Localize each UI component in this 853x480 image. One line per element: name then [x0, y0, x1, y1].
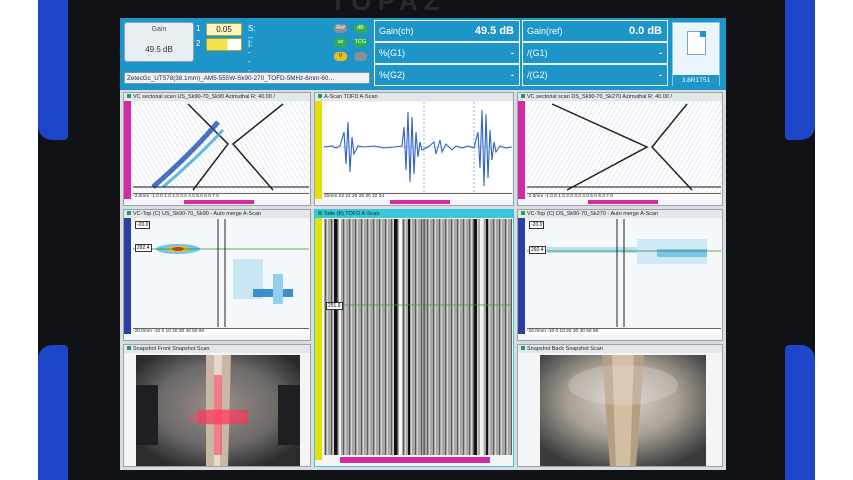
ascan-plot[interactable] — [324, 102, 512, 192]
cscan-ruler: -20.0mm -10 0 10 20 30 40 50 60 — [133, 328, 309, 335]
side-tofd-panel[interactable]: Side (B) TOFD A-Scan 291.9 — [314, 209, 514, 467]
scan-ruler-blue — [518, 218, 525, 334]
cursor-1-index: 1 — [196, 24, 201, 33]
ref-g1-label: /(G1) — [527, 48, 548, 58]
ref-g1-value: - — [659, 48, 662, 58]
g1-cell[interactable]: %(G1) - — [374, 42, 520, 64]
gain-ref-label: Gain(ref) — [527, 26, 563, 36]
panel-title: Snapshot Back Snapshot Scan — [527, 346, 603, 352]
status-dot-icon — [521, 211, 525, 215]
gain-button-title: Gain — [151, 26, 167, 33]
bumper-right-bottom — [785, 345, 815, 480]
cursor-2-index: 2 — [196, 39, 201, 48]
scan-start-label: -20.0 — [135, 221, 151, 229]
cursor-1-value[interactable]: 0.05 — [206, 23, 242, 36]
bumper-left-bottom — [38, 345, 68, 480]
top-status-bar: Gain 49.5 dB 1 0.05 S: --- 2 I: --- Zete… — [120, 18, 726, 90]
vc-sector-scan-right-panel[interactable]: VC sectorial scan DS_Sk90-70_Sk270 Azimu… — [517, 92, 723, 206]
depth-ruler-magenta — [518, 101, 525, 199]
cscan-plot[interactable] — [133, 219, 309, 327]
ref-g2-label: /(G2) — [527, 70, 548, 80]
bscan-plot[interactable] — [324, 219, 512, 455]
device-brand-logo: TOPAZ — [330, 0, 446, 16]
snapshot-front-panel[interactable]: Snapshot Front Snapshot Scan — [123, 344, 311, 467]
instrument-screen: Gain 49.5 dB 1 0.05 S: --- 2 I: --- Zete… — [120, 18, 726, 470]
amplitude-ruler-yellow — [315, 101, 322, 199]
gain-button-value: 49.5 dB — [145, 45, 173, 54]
cscan-ruler-right: -20.0mm -10 0 10 20 30 40 50 60 — [527, 328, 721, 335]
us-chip[interactable]: us — [334, 38, 347, 47]
sector-ruler: -2.0mm -1.0 0 1.0 2.0 3.0 4.0 5.0 6.0 7.… — [133, 193, 309, 200]
ref-g2-cell[interactable]: /(G2) - — [522, 64, 668, 86]
sector-scan-plot-right[interactable] — [527, 102, 721, 192]
tcg-chip[interactable]: TCG — [354, 38, 367, 47]
v-chip[interactable]: V — [334, 52, 347, 61]
gain-ref-value: 0.0 dB — [628, 25, 662, 37]
ref-chip[interactable]: Ref — [334, 24, 347, 33]
probe-config-field[interactable]: ZetecGc_UT578(38.1mm)_AM5-555W-Sk90-270_… — [124, 72, 370, 84]
index-bar — [184, 200, 254, 204]
front-camera-image[interactable] — [136, 355, 300, 466]
ref-g2-value: - — [659, 70, 662, 80]
gain-ch-cell[interactable]: Gain(ch) 49.5 dB — [374, 20, 520, 42]
db-chip[interactable]: dB — [354, 24, 367, 33]
g2-cell[interactable]: %(G2) - — [374, 64, 520, 86]
cursor-2-slider[interactable] — [206, 38, 242, 51]
blank-chip[interactable] — [354, 52, 367, 61]
panel-title: Snapshot Front Snapshot Scan — [133, 346, 210, 352]
vc-top-right-panel[interactable]: VC-Top (C) DS_Sk90-70_Sk270 - Auto merge… — [517, 209, 723, 341]
gate-bar — [390, 200, 450, 204]
status-dot-icon — [521, 94, 525, 98]
software-version: 3.8R1T51 — [673, 75, 719, 86]
cursor-2-label: I: --- — [248, 39, 253, 75]
scan-ruler-blue — [124, 218, 131, 334]
gain-ch-label: Gain(ch) — [379, 26, 414, 36]
vc-sector-scan-left-panel[interactable]: VC sectorial scan US_Sk90-70_Sk90 Azimut… — [123, 92, 311, 206]
index-bar-bottom — [340, 457, 490, 463]
scan-ruler-yellow — [315, 218, 322, 460]
gain-ref-cell[interactable]: Gain(ref) 0.0 dB — [522, 20, 668, 42]
sector-ruler-right: -2.0mm -1.0 0 1.0 2.0 3.0 4.0 5.0 6.0 7.… — [527, 193, 721, 200]
g2-label: %(G2) — [379, 70, 406, 80]
panel-title: VC sectorial scan US_Sk90-70_Sk90 Azimut… — [133, 94, 275, 100]
index-bar-right — [588, 200, 658, 204]
status-dot-icon — [318, 211, 322, 215]
g2-value: - — [511, 70, 514, 80]
cscan-plot-right[interactable] — [527, 219, 721, 327]
panel-title: VC sectorial scan DS_Sk90-70_Sk270 Azimu… — [527, 94, 672, 100]
status-dot-icon — [127, 346, 131, 350]
status-dot-icon — [127, 94, 131, 98]
depth-ruler-magenta — [124, 101, 131, 199]
panel-title: VC-Top (C) DS_Sk90-70_Sk270 - Auto merge… — [527, 211, 659, 217]
panel-title: A-Scan TOFD A-Scan — [324, 94, 378, 100]
bumper-left-top — [38, 0, 68, 140]
scan-position-label: 292.4 — [529, 246, 546, 254]
status-dot-icon — [127, 211, 131, 215]
document-icon — [687, 31, 706, 55]
ascan-ruler: 20mm 22 24 26 28 30 32 34 — [324, 193, 512, 200]
gain-ch-value: 49.5 dB — [474, 25, 514, 37]
g1-label: %(G1) — [379, 48, 406, 58]
ref-g1-cell[interactable]: /(G1) - — [522, 42, 668, 64]
report-button[interactable]: 3.8R1T51 — [672, 22, 720, 86]
panel-title: VC-Top (C) US_Sk90-70_Sk90 - Auto merge … — [133, 211, 262, 217]
panel-title: Side (B) TOFD A-Scan — [324, 211, 380, 217]
scan-position-label: 292.4 — [135, 244, 152, 252]
snapshot-back-panel[interactable]: Snapshot Back Snapshot Scan — [517, 344, 723, 467]
status-dot-icon — [521, 346, 525, 350]
bumper-right-top — [785, 0, 815, 140]
ascan-tofd-panel[interactable]: A-Scan TOFD A-Scan 20mm 22 24 26 28 30 3… — [314, 92, 514, 206]
scan-start-label: -20.0 — [529, 221, 545, 229]
back-camera-image[interactable] — [540, 355, 706, 466]
status-dot-icon — [318, 94, 322, 98]
g1-value: - — [511, 48, 514, 58]
vc-top-left-panel[interactable]: VC-Top (C) US_Sk90-70_Sk90 - Auto merge … — [123, 209, 311, 341]
sector-scan-plot[interactable] — [133, 102, 309, 192]
scan-cursor-value: 291.9 — [326, 302, 343, 310]
gain-button[interactable]: Gain 49.5 dB — [124, 22, 194, 62]
